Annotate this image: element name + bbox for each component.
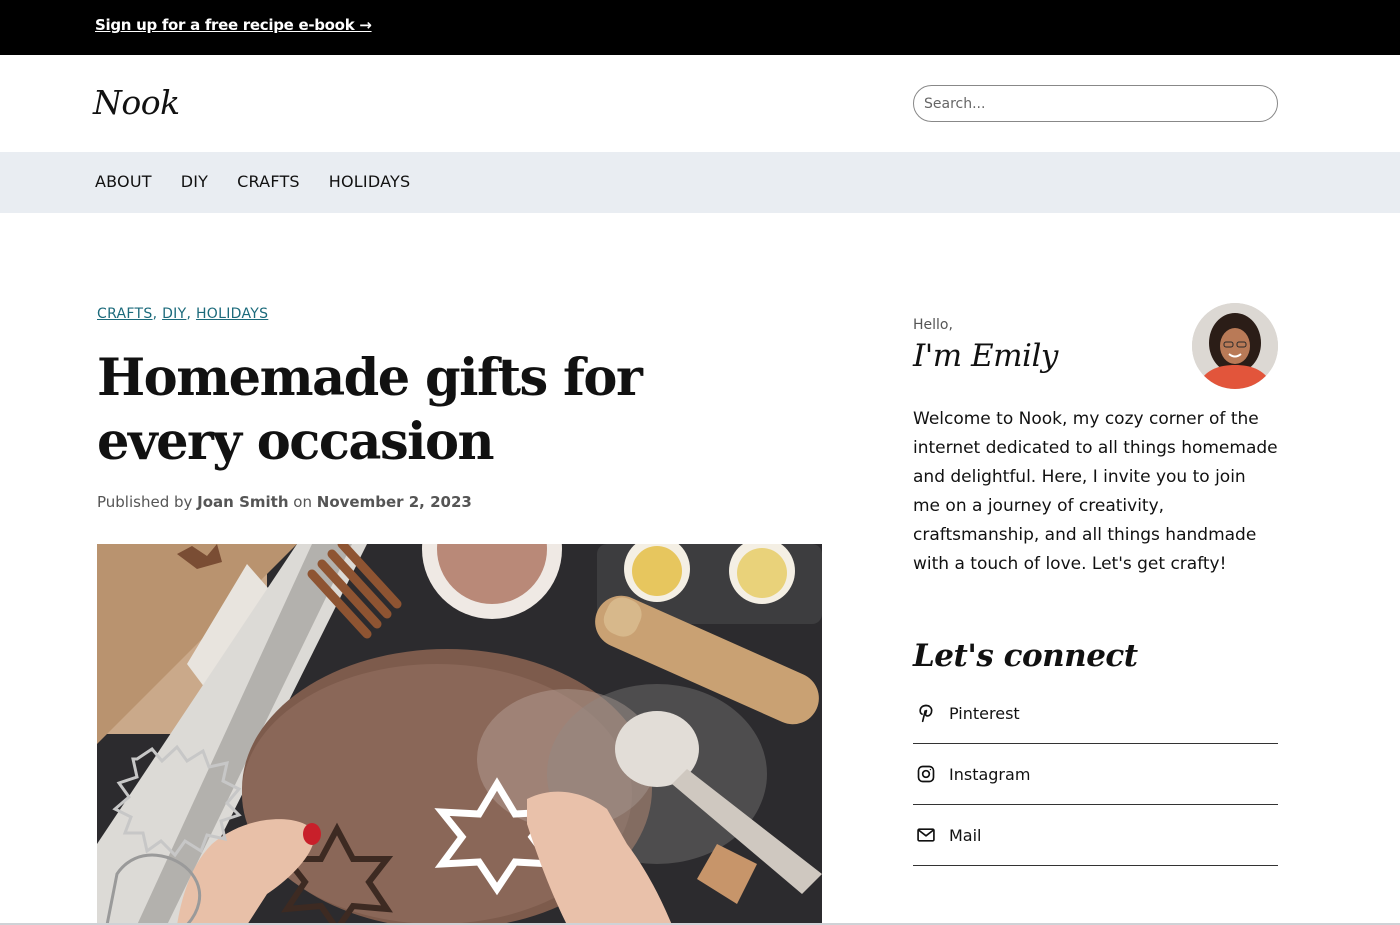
featured-image (97, 544, 822, 925)
instagram-icon (915, 763, 937, 785)
post-byline: Published by Joan Smith on November 2, 2… (97, 493, 472, 511)
avatar (1192, 303, 1278, 389)
social-link-mail[interactable]: Mail (913, 805, 1278, 866)
sidebar-greeting: Hello, (913, 317, 953, 333)
social-link-instagram[interactable]: Instagram (913, 744, 1278, 805)
nav-item-crafts[interactable]: CRAFTS (237, 172, 300, 191)
social-label-instagram: Instagram (949, 764, 1031, 784)
post-categories: CRAFTS, DIY, HOLIDAYS (97, 306, 269, 322)
social-links: Pinterest Instagram Mail (913, 683, 1278, 866)
category-link-crafts[interactable]: CRAFTS (97, 306, 153, 322)
category-link-holidays[interactable]: HOLIDAYS (196, 306, 268, 322)
promo-bar: Sign up for a free recipe e-book → (0, 0, 1400, 55)
search-input[interactable] (914, 86, 1277, 121)
nav-item-about[interactable]: ABOUT (95, 172, 152, 191)
byline-prefix: Published by (97, 493, 193, 511)
connect-heading: Let's connect (913, 638, 1138, 674)
pinterest-icon (915, 702, 937, 724)
site-logo[interactable]: Nook (93, 83, 180, 122)
site-header: Nook (0, 55, 1400, 152)
post-date: November 2, 2023 (316, 493, 472, 511)
mail-icon (915, 824, 937, 846)
sidebar-name: I'm Emily (913, 338, 1058, 374)
nav-item-holidays[interactable]: HOLIDAYS (329, 172, 411, 191)
promo-link[interactable]: Sign up for a free recipe e-book → (95, 16, 372, 34)
main-nav: ABOUT DIY CRAFTS HOLIDAYS (0, 152, 1400, 213)
social-label-mail: Mail (949, 825, 982, 845)
category-link-diy[interactable]: DIY (162, 306, 186, 322)
post-title: Homemade gifts for every occasion (97, 348, 643, 472)
byline-on: on (293, 493, 312, 511)
post-author[interactable]: Joan Smith (197, 493, 288, 511)
social-label-pinterest: Pinterest (949, 703, 1020, 723)
sidebar-intro: Welcome to Nook, my cozy corner of the i… (913, 409, 1278, 574)
author-portrait (1192, 303, 1278, 389)
nav-item-diy[interactable]: DIY (181, 172, 208, 191)
social-link-pinterest[interactable]: Pinterest (913, 683, 1278, 744)
baking-scene-illustration (97, 544, 822, 925)
search-box (913, 85, 1278, 122)
